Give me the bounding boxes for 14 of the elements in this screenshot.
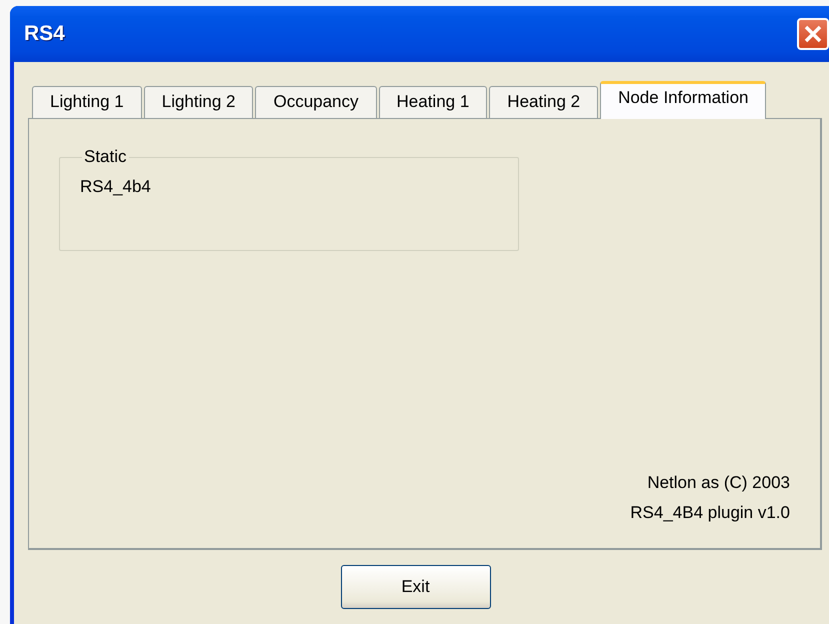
tab[interactable]: Occupancy — [255, 86, 377, 118]
footer-text: Netlon as (C) 2003 — [646, 472, 790, 494]
window-title: RS4 — [24, 22, 65, 46]
group-text: RS4_4b4 — [80, 177, 152, 197]
tab[interactable]: Heating 1 — [378, 86, 488, 118]
footer-text: RS4_4B4 plugin v1.0 — [630, 502, 790, 524]
tab[interactable]: Heating 2 — [489, 86, 598, 118]
tab[interactable]: Lighting 2 — [144, 86, 254, 118]
tab[interactable]: Lighting 1 — [32, 86, 142, 118]
exit-button[interactable]: Exit — [340, 565, 490, 609]
close-icon — [804, 25, 822, 43]
tab[interactable]: Node Information — [600, 81, 766, 119]
close-button[interactable] — [797, 18, 829, 50]
group-label: Static — [83, 147, 128, 167]
